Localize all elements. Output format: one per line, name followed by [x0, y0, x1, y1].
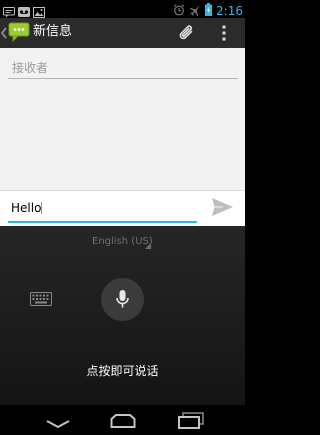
language-selector[interactable]: English (US): [92, 236, 153, 247]
recipient-placeholder: 接收者: [12, 61, 49, 75]
attach-icon[interactable]: [178, 23, 196, 47]
overflow-menu-icon[interactable]: [221, 24, 227, 46]
recipient-input[interactable]: 接收者: [8, 58, 238, 79]
text-cursor: [41, 202, 43, 214]
tap-to-speak-hint: 点按即可说话: [86, 364, 159, 378]
status-time: 2:16: [216, 3, 243, 18]
back-icon[interactable]: [46, 414, 70, 433]
language-dropdown-icon[interactable]: [145, 243, 151, 249]
recipient-area: 接收者: [0, 48, 245, 190]
message-text: Hello: [11, 201, 43, 215]
compose-bar: Hello: [0, 190, 245, 227]
voice-input-panel: English (US) 点按即可说话: [0, 226, 245, 405]
status-bar: 2:16: [0, 0, 245, 18]
messaging-app-icon[interactable]: [8, 22, 30, 46]
send-icon[interactable]: [210, 197, 234, 221]
message-input[interactable]: Hello: [8, 199, 197, 223]
up-arrow-icon[interactable]: [0, 24, 7, 43]
microphone-button[interactable]: [101, 278, 144, 321]
keyboard-icon[interactable]: [30, 291, 52, 310]
microphone-icon: [116, 290, 129, 308]
navigation-bar: [0, 405, 245, 435]
home-icon[interactable]: [110, 413, 136, 432]
recent-apps-icon[interactable]: [178, 412, 204, 433]
action-bar: 新信息: [0, 18, 245, 49]
page-title: 新信息: [33, 24, 73, 39]
